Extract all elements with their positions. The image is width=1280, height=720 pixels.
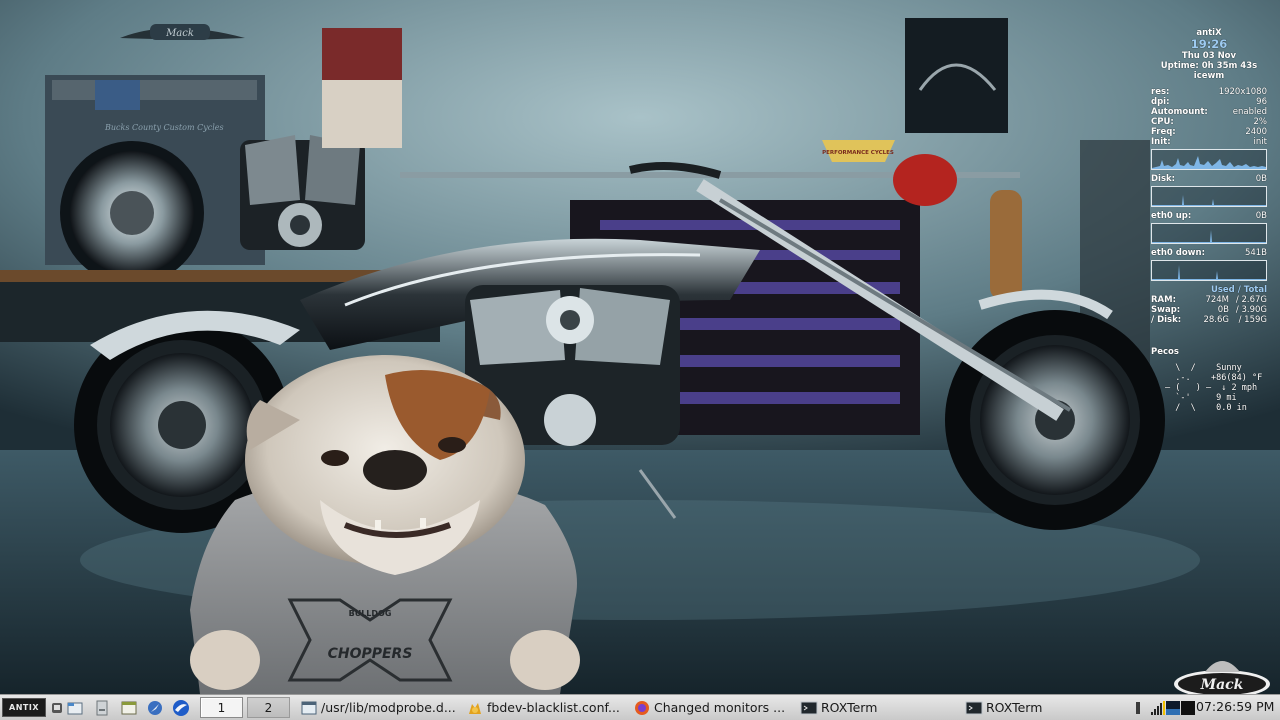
network-signal-icon[interactable] xyxy=(1150,700,1166,716)
taskbar-clock[interactable]: 07:26:59 PM xyxy=(1196,699,1280,720)
task-label: ROXTerm xyxy=(986,700,1043,715)
desktop-wallpaper: Mack Bucks County Custom Cycles PERFORMA… xyxy=(0,0,1280,694)
conky-date: Thu 03 Nov xyxy=(1181,51,1237,61)
task-label: Changed monitors ... xyxy=(654,700,786,715)
file-manager-icon[interactable] xyxy=(66,699,84,717)
conky-weather-location: Pecos xyxy=(1151,347,1179,357)
eth-down-graph xyxy=(1151,260,1267,281)
wall-sign-text: PERFORMANCE CYCLES xyxy=(822,150,894,156)
conky-memory-row: / Disk: 28.6G/ 159G xyxy=(1151,315,1267,325)
conky-weather-line: \ / Sunny xyxy=(1165,363,1242,373)
text-editor-icon[interactable] xyxy=(120,699,138,717)
tray-spacer-icon xyxy=(1132,700,1146,716)
cpu-monitor-icon[interactable] xyxy=(1166,700,1180,716)
disk-graph-area xyxy=(1152,195,1266,206)
task-button-roxterm-1[interactable]: ROXTerm xyxy=(798,697,960,718)
web-browser-icon[interactable] xyxy=(146,699,164,717)
conky-info-row: Init: init xyxy=(1151,137,1267,147)
cpu-graph xyxy=(1151,149,1267,170)
conky-weather-line: .-. +86(84) °F xyxy=(1165,373,1263,383)
task-label: fbdev-blacklist.conf... xyxy=(487,700,620,715)
workspace-2-button[interactable]: 2 xyxy=(247,697,290,718)
task-button-fbdev-blacklist[interactable]: fbdev-blacklist.conf... xyxy=(464,697,628,718)
conky-time: 19:26 xyxy=(1190,37,1228,51)
show-desktop-icon[interactable] xyxy=(48,699,66,717)
conky-system-monitor: antiX 19:26 Thu 03 Nov Uptime: 0h 35m 43… xyxy=(1151,28,1267,413)
eth-up-graph xyxy=(1151,223,1267,244)
conky-memory-row: RAM: 724M/ 2.67G xyxy=(1151,295,1267,305)
conky-memory-row: Swap: 0B/ 3.90G xyxy=(1151,305,1267,315)
shirt-text-choppers: CHOPPERS xyxy=(328,646,413,662)
workspace-1-button[interactable]: 1 xyxy=(200,697,243,718)
task-label: ROXTerm xyxy=(821,700,878,715)
taskbar: ANTIX 1 2 /usr/lib/modprobe.d... fbdev-b… xyxy=(0,694,1280,720)
text-editor-icon xyxy=(466,699,484,717)
shirt-text-bulldog: BULLDOG xyxy=(349,609,392,618)
conky-info-row: Freq: 2400 xyxy=(1151,127,1267,137)
terminal-icon xyxy=(965,699,983,717)
terminal-window-icon xyxy=(300,699,318,717)
cpu-graph-area xyxy=(1152,156,1266,169)
conky-uptime: Uptime: 0h 35m 43s xyxy=(1151,61,1267,71)
eth-down-graph-area xyxy=(1152,265,1266,280)
wallpaper-brand-top: Mack xyxy=(165,28,194,39)
conky-weather-line: ― ( ) ― ↓ 2 mph xyxy=(1165,383,1258,393)
firefox-icon xyxy=(633,699,651,717)
task-button-firefox[interactable]: Changed monitors ... xyxy=(631,697,795,718)
terminal-icon xyxy=(800,699,818,717)
conky-uptime-value: 0h 35m 43s xyxy=(1201,61,1258,71)
task-label: /usr/lib/modprobe.d... xyxy=(321,700,456,715)
conky-info-row: Automount: enabled xyxy=(1151,107,1267,117)
conky-weather-line: / \ 0.0 in xyxy=(1165,403,1247,413)
conky-info-row: res: 1920x1080 xyxy=(1151,87,1267,97)
memory-monitor-icon[interactable] xyxy=(1181,700,1195,716)
eth-up-graph-area xyxy=(1152,230,1266,243)
cabinet-text: Bucks County Custom Cycles xyxy=(104,123,224,132)
task-button-roxterm-2[interactable]: ROXTerm xyxy=(963,697,1123,718)
disk-icon[interactable] xyxy=(93,699,111,717)
conky-disk-row: Disk: 0B xyxy=(1151,174,1267,184)
mail-client-icon[interactable] xyxy=(172,699,190,717)
conky-weather-line: `-' 9 mi xyxy=(1165,393,1237,403)
conky-info-row: CPU: 2% xyxy=(1151,117,1267,127)
conky-eth-down-row: eth0 down: 541B xyxy=(1151,248,1267,258)
wallpaper-brand-bottom: Mack xyxy=(1200,677,1244,693)
task-button-modprobe[interactable]: /usr/lib/modprobe.d... xyxy=(298,697,460,718)
conky-used-total-header: Used / Total xyxy=(1210,285,1267,295)
conky-uptime-label: Uptime: xyxy=(1160,61,1199,71)
disk-graph xyxy=(1151,186,1267,207)
conky-window-manager: icewm xyxy=(1193,71,1225,81)
conky-eth-up-row: eth0 up: 0B xyxy=(1151,211,1267,221)
start-menu-button[interactable]: ANTIX xyxy=(2,698,46,717)
conky-info-row: dpi: 96 xyxy=(1151,97,1267,107)
